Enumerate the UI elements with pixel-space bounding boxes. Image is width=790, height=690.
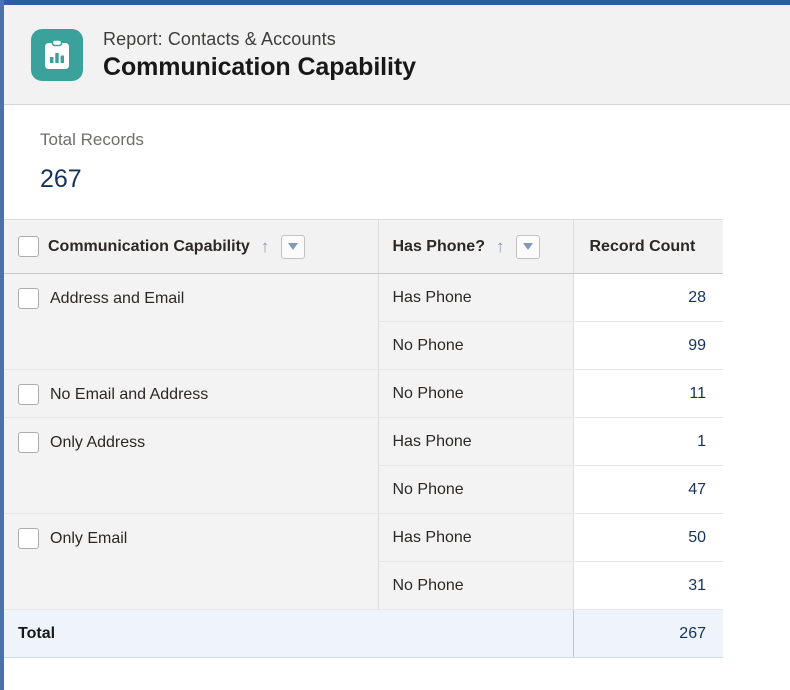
- group-cell-only-address[interactable]: Only Address: [4, 418, 378, 514]
- cell-record-count: 1: [573, 418, 723, 466]
- report-clipboard-chart-icon: [31, 29, 83, 81]
- page-title: Communication Capability: [103, 51, 416, 83]
- table-row[interactable]: Only Email Has Phone 50: [4, 514, 723, 562]
- column-header-label: Communication Capability: [48, 238, 250, 256]
- row-checkbox[interactable]: [18, 432, 39, 453]
- column-header-record-count[interactable]: Record Count: [573, 220, 723, 274]
- column-menu-button-communication-capability[interactable]: [281, 235, 305, 259]
- cell-has-phone: Has Phone: [378, 274, 573, 322]
- select-all-checkbox[interactable]: [18, 236, 39, 257]
- table-header: Communication Capability ↑ Has Phone? ↑: [4, 220, 723, 274]
- cell-record-count: 28: [573, 274, 723, 322]
- cell-record-count: 47: [573, 466, 723, 514]
- cell-record-count: 31: [573, 562, 723, 610]
- cell-has-phone: No Phone: [378, 562, 573, 610]
- cell-record-count: 99: [573, 322, 723, 370]
- table-row[interactable]: Only Address Has Phone 1: [4, 418, 723, 466]
- cell-has-phone: Has Phone: [378, 418, 573, 466]
- report-page: Report: Contacts & Accounts Communicatio…: [4, 5, 790, 690]
- group-cell-address-and-email[interactable]: Address and Email: [4, 274, 378, 370]
- report-header: Report: Contacts & Accounts Communicatio…: [4, 5, 790, 105]
- sort-ascending-icon[interactable]: ↑: [261, 238, 270, 255]
- cell-has-phone: Has Phone: [378, 514, 573, 562]
- table-row[interactable]: Address and Email Has Phone 28: [4, 274, 723, 322]
- chevron-down-icon: [523, 243, 533, 250]
- row-checkbox[interactable]: [18, 528, 39, 549]
- cell-has-phone: No Phone: [378, 322, 573, 370]
- total-row: Total 267: [4, 610, 723, 658]
- total-label: Total: [4, 610, 573, 658]
- report-table: Communication Capability ↑ Has Phone? ↑: [4, 219, 723, 658]
- total-records-label: Total Records: [40, 129, 790, 151]
- cell-has-phone: No Phone: [378, 370, 573, 418]
- group-label: Only Email: [50, 530, 127, 548]
- total-value: 267: [573, 610, 723, 658]
- total-records-summary: Total Records 267: [4, 105, 790, 219]
- group-cell-only-email[interactable]: Only Email: [4, 514, 378, 610]
- report-title-block: Report: Contacts & Accounts Communicatio…: [103, 27, 416, 83]
- total-records-value: 267: [40, 162, 790, 196]
- column-header-has-phone[interactable]: Has Phone? ↑: [378, 220, 573, 274]
- row-checkbox[interactable]: [18, 384, 39, 405]
- column-header-communication-capability[interactable]: Communication Capability ↑: [4, 220, 378, 274]
- cell-record-count: 11: [573, 370, 723, 418]
- row-checkbox[interactable]: [18, 288, 39, 309]
- group-label: Only Address: [50, 434, 145, 452]
- column-header-label: Record Count: [590, 238, 696, 256]
- cell-has-phone: No Phone: [378, 466, 573, 514]
- column-menu-button-has-phone[interactable]: [516, 235, 540, 259]
- report-subtitle: Report: Contacts & Accounts: [103, 27, 416, 51]
- group-label: Address and Email: [50, 290, 184, 308]
- cell-record-count: 50: [573, 514, 723, 562]
- table-footer: Total 267: [4, 610, 723, 658]
- column-header-label: Has Phone?: [393, 238, 485, 256]
- chevron-down-icon: [288, 243, 298, 250]
- sort-ascending-icon[interactable]: ↑: [496, 238, 505, 255]
- group-label: No Email and Address: [50, 386, 208, 404]
- table-row[interactable]: No Email and Address No Phone 11: [4, 370, 723, 418]
- group-cell-no-email-and-address[interactable]: No Email and Address: [4, 370, 378, 418]
- table-header-row: Communication Capability ↑ Has Phone? ↑: [4, 220, 723, 274]
- table-body: Address and Email Has Phone 28 No Phone …: [4, 274, 723, 610]
